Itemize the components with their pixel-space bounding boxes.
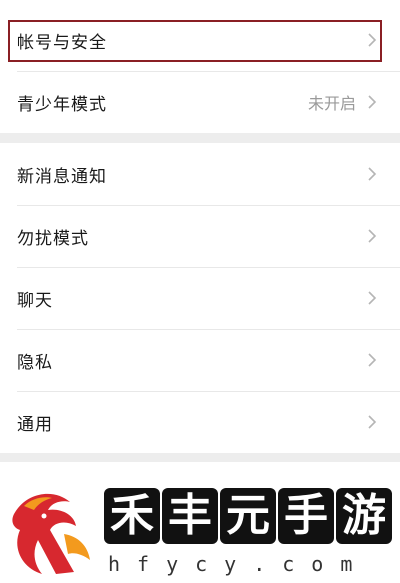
settings-item-chat[interactable]: 聊天 <box>0 267 400 329</box>
next-group-remnant <box>0 462 400 478</box>
general-group: 新消息通知 勿扰模式 聊天 隐私 通用 <box>0 143 400 453</box>
settings-item-label: 新消息通知 <box>17 166 107 187</box>
settings-item-notifications[interactable]: 新消息通知 <box>0 143 400 205</box>
watermark-banner: 禾 丰 元 手 游 hfycy.com <box>0 478 400 583</box>
chevron-right-icon <box>368 415 377 429</box>
settings-item-label: 勿扰模式 <box>17 228 89 249</box>
watermark-title: 禾 丰 元 手 游 <box>104 488 394 544</box>
watermark-char: 丰 <box>162 488 218 544</box>
settings-item-label: 帐号与安全 <box>17 32 107 53</box>
settings-item-label: 隐私 <box>17 352 53 373</box>
settings-item-label: 聊天 <box>17 290 53 311</box>
teen-mode-status: 未开启 <box>307 94 356 113</box>
chevron-right-icon <box>368 167 377 181</box>
settings-page: 帐号与安全 青少年模式 未开启 新消息通知 勿扰模式 聊天 隐私 通用 禾 丰 … <box>0 0 400 583</box>
settings-item-account-security[interactable]: 帐号与安全 <box>0 9 400 71</box>
chevron-right-icon <box>368 95 377 109</box>
watermark-char: 手 <box>278 488 334 544</box>
dragon-logo-icon <box>12 493 90 574</box>
settings-item-privacy[interactable]: 隐私 <box>0 329 400 391</box>
chevron-right-icon <box>368 33 377 47</box>
watermark-domain: hfycy.com <box>108 552 370 576</box>
account-group: 帐号与安全 青少年模式 未开启 <box>0 9 400 133</box>
chevron-right-icon <box>368 291 377 305</box>
settings-item-general[interactable]: 通用 <box>0 391 400 453</box>
settings-item-teen-mode[interactable]: 青少年模式 未开启 <box>0 71 400 133</box>
settings-item-do-not-disturb[interactable]: 勿扰模式 <box>0 205 400 267</box>
watermark-char: 元 <box>220 488 276 544</box>
settings-item-label: 通用 <box>17 414 53 435</box>
watermark-char: 禾 <box>104 488 160 544</box>
chevron-right-icon <box>368 229 377 243</box>
chevron-right-icon <box>368 353 377 367</box>
settings-item-label: 青少年模式 <box>17 94 107 115</box>
top-group-remnant <box>0 0 400 9</box>
watermark-char: 游 <box>336 488 392 544</box>
